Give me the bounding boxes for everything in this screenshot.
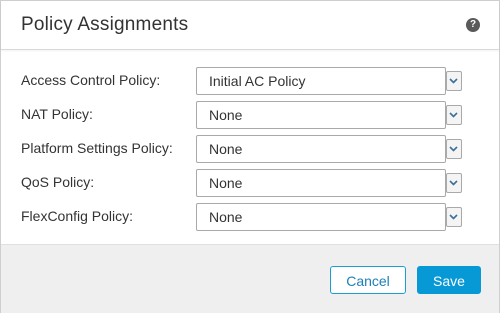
dialog-header: Policy Assignments ? (1, 1, 499, 50)
qos-policy-select[interactable]: None (196, 169, 446, 197)
platform-settings-policy-label: Platform Settings Policy: (21, 140, 173, 156)
nat-policy-value: None (209, 107, 243, 123)
qos-policy-label: QoS Policy: (21, 174, 95, 190)
cancel-button[interactable]: Cancel (330, 266, 406, 294)
save-button[interactable]: Save (417, 266, 481, 294)
platform-settings-policy-row: Platform Settings Policy: None (1, 135, 499, 163)
qos-policy-row: QoS Policy: None (1, 169, 499, 197)
dialog-title: Policy Assignments (21, 14, 189, 35)
dialog-body: Access Control Policy: Initial AC Policy… (1, 50, 499, 243)
policy-assignments-dialog: Policy Assignments ? Access Control Poli… (0, 0, 500, 313)
nat-policy-row: NAT Policy: None (1, 101, 499, 129)
nat-policy-dropdown[interactable] (446, 105, 462, 125)
access-control-policy-select[interactable]: Initial AC Policy (196, 67, 446, 95)
flexconfig-policy-value: None (209, 209, 243, 225)
help-icon[interactable]: ? (466, 18, 480, 32)
qos-policy-value: None (209, 175, 243, 191)
nat-policy-select[interactable]: None (196, 101, 446, 129)
access-control-policy-value: Initial AC Policy (209, 73, 306, 89)
chevron-down-icon (449, 214, 458, 220)
flexconfig-policy-dropdown[interactable] (446, 207, 462, 227)
access-control-policy-label: Access Control Policy: (21, 72, 161, 88)
flexconfig-policy-label: FlexConfig Policy: (21, 208, 134, 224)
platform-settings-policy-dropdown[interactable] (446, 139, 462, 159)
nat-policy-label: NAT Policy: (21, 106, 93, 122)
chevron-down-icon (449, 180, 458, 186)
chevron-down-icon (449, 146, 458, 152)
flexconfig-policy-select[interactable]: None (196, 203, 446, 231)
platform-settings-policy-select[interactable]: None (196, 135, 446, 163)
flexconfig-policy-row: FlexConfig Policy: None (1, 203, 499, 231)
platform-settings-policy-value: None (209, 141, 243, 157)
access-control-policy-dropdown[interactable] (446, 71, 462, 91)
dialog-footer: Cancel Save (1, 244, 499, 313)
access-control-policy-row: Access Control Policy: Initial AC Policy (1, 67, 499, 95)
chevron-down-icon (449, 112, 458, 118)
qos-policy-dropdown[interactable] (446, 173, 462, 193)
chevron-down-icon (449, 78, 458, 84)
